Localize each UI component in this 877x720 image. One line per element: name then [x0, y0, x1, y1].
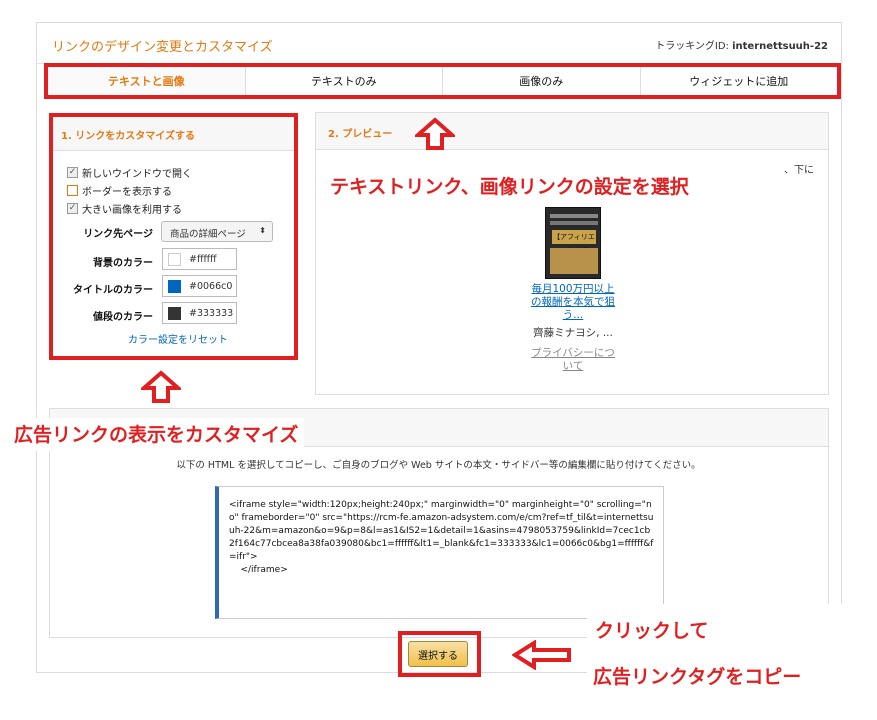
annotation-left-caption: 広告リンクの表示をカスタマイズ	[8, 418, 305, 451]
arrow-up-icon	[415, 117, 455, 150]
ad-product-title[interactable]: 毎月100万円以上の報酬を本気で狙う...	[528, 283, 618, 322]
select-button[interactable]: 選択する	[408, 641, 468, 667]
tracking-id-value: internettsuuh-22	[732, 41, 828, 52]
preview-partial-text: 、下に	[784, 165, 814, 176]
title-color-label: タイトルのカラー	[73, 285, 153, 296]
price-color-value: #333333	[189, 307, 234, 319]
preview-panel: 2. プレビュー 、下に 【アフィリエイト】上級バイブル 毎月100万円以上の報…	[315, 112, 829, 395]
select-arrows-icon: ⬍	[259, 226, 266, 235]
checkbox-unchecked-icon[interactable]	[67, 185, 78, 196]
book-cover-text: 【アフィリエイト】上級バイブル	[552, 230, 596, 269]
tracking-id-label: トラッキングID:	[655, 41, 733, 52]
link-dest-value: 商品の詳細ページ	[170, 229, 246, 240]
tab-text-only[interactable]: テキストのみ	[246, 67, 443, 95]
customize-panel: 1. リンクをカスタマイズする ✓ 新しいウインドウで開く ボーダーを表示する …	[49, 113, 298, 360]
preview-panel-title: 2. プレビュー	[316, 113, 828, 150]
tab-image-only[interactable]: 画像のみ	[443, 67, 641, 95]
title-color-swatch[interactable]	[168, 279, 181, 293]
ad-product-author: 齊藤ミナヨシ, ...	[533, 327, 613, 339]
annotation-click-line2: 広告リンクタグをコピー	[593, 666, 802, 688]
bg-color-swatch[interactable]	[168, 252, 181, 266]
arrow-up-icon	[141, 370, 181, 403]
link-dest-label: リンク先ページ	[83, 229, 153, 240]
title-color-value: #0066c0	[189, 280, 233, 292]
price-color-label: 値段のカラー	[93, 312, 153, 323]
customize-panel-title: 1. リンクをカスタマイズする	[53, 117, 294, 151]
book-cover-image[interactable]: 【アフィリエイト】上級バイブル	[545, 207, 601, 279]
checkbox-row-large-image[interactable]: ✓ 大きい画像を利用する	[67, 201, 182, 216]
checkbox-checked-icon[interactable]: ✓	[67, 203, 78, 214]
checkbox-label-new-window: 新しいウインドウで開く	[82, 169, 192, 180]
tab-text-and-image[interactable]: テキストと画像	[48, 67, 246, 95]
price-color-swatch[interactable]	[168, 306, 181, 320]
tab-add-widget[interactable]: ウィジェットに追加	[641, 67, 838, 95]
checkbox-label-large-image: 大きい画像を利用する	[82, 205, 182, 216]
html-code-textarea[interactable]: <iframe style="width:120px;height:240px;…	[215, 486, 664, 619]
bg-color-value: #ffffff	[189, 253, 217, 265]
reset-colors-link[interactable]: カラー設定をリセット	[128, 331, 228, 346]
header: リンクのデザイン変更とカスタマイズ トラッキングID: internettsuu…	[36, 22, 842, 64]
page-title: リンクのデザイン変更とカスタマイズ	[52, 40, 273, 55]
link-dest-select[interactable]: 商品の詳細ページ ⬍	[161, 221, 273, 242]
annotation-click-line1: クリックして	[595, 620, 709, 642]
arrow-left-icon	[512, 640, 571, 670]
checkbox-label-border: ボーダーを表示する	[82, 187, 172, 198]
checkbox-checked-icon[interactable]: ✓	[67, 167, 78, 178]
checkbox-row-border[interactable]: ボーダーを表示する	[67, 183, 172, 198]
annotation-click-caption: クリックして 広告リンクタグをコピー	[587, 604, 843, 710]
price-color-input[interactable]: #333333	[162, 302, 237, 324]
ad-preview-card[interactable]: 【アフィリエイト】上級バイブル 毎月100万円以上の報酬を本気で狙う... 齊藤…	[528, 199, 618, 379]
annotation-top-caption: テキストリンク、画像リンクの設定を選択	[326, 172, 693, 199]
copy-instruction: 以下の HTML を選択してコピーし、ご自身のブログや Web サイトの本文・サ…	[176, 460, 701, 471]
checkbox-row-new-window[interactable]: ✓ 新しいウインドウで開く	[67, 165, 192, 180]
bg-color-input[interactable]: #ffffff	[162, 248, 237, 270]
ad-privacy-link[interactable]: プライバシーについて	[528, 347, 618, 373]
tracking-id: トラッキングID: internettsuuh-22	[655, 37, 828, 52]
link-type-tabs: テキストと画像 テキストのみ 画像のみ ウィジェットに追加	[44, 63, 841, 99]
bg-color-label: 背景のカラー	[93, 258, 153, 269]
title-color-input[interactable]: #0066c0	[162, 275, 237, 297]
